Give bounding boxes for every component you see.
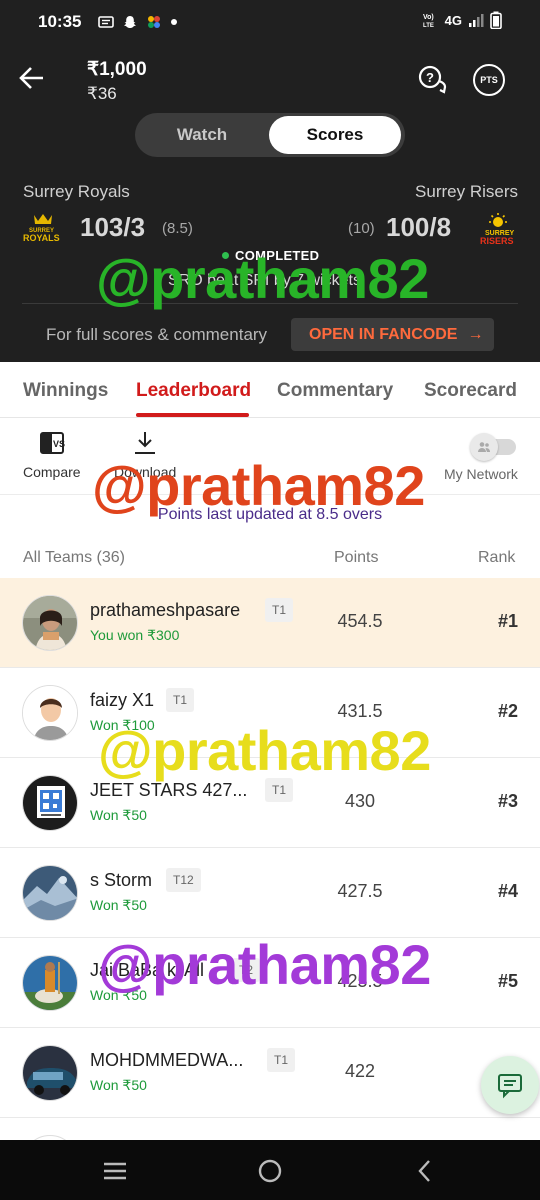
team-badge: T1 [267, 1048, 296, 1072]
watermark: @pratham82 [98, 719, 431, 782]
open-fancode-button[interactable]: OPEN IN FANCODE → [291, 318, 494, 351]
home-icon[interactable] [255, 1156, 285, 1186]
tab-winnings[interactable]: Winnings [23, 380, 108, 402]
tab-scorecard[interactable]: Scorecard [424, 380, 517, 402]
chat-icon [498, 1074, 522, 1099]
user-points: 430 [344, 791, 376, 811]
avatar [22, 1045, 78, 1101]
surrey-risers-logo: SURREY RISERS [480, 213, 515, 246]
winnings-text: Won ₹50 [90, 807, 147, 823]
winnings-text: Won ₹50 [90, 1077, 147, 1093]
people-icon [478, 442, 490, 452]
status-bar: 10:35 Vo) LTE 4G [0, 0, 540, 46]
user-name: MOHDMMEDWA... [90, 1050, 244, 1070]
points-column-header: Points [334, 549, 379, 566]
entry-fee: ₹36 [87, 84, 117, 103]
user-name: faizy X1 [90, 690, 155, 710]
avatar [22, 685, 78, 741]
user-name: prathameshpasare [90, 600, 241, 620]
battery-icon [490, 11, 502, 29]
team-badge: T12 [166, 868, 201, 892]
compare-button[interactable]: VS Compare [23, 430, 81, 480]
my-network-toggle[interactable] [470, 433, 518, 461]
points-system-button[interactable]: PTS [473, 64, 505, 96]
user-points: 427.5 [337, 881, 383, 901]
overs-left: (8.5) [162, 220, 193, 237]
compare-label: Compare [23, 464, 81, 480]
open-fancode-label: OPEN IN FANCODE [309, 325, 458, 343]
user-name: s Storm [90, 870, 153, 890]
team-right-name: Surrey Risers [415, 182, 518, 201]
svg-text:LTE: LTE [423, 23, 434, 29]
back-arrow-icon[interactable] [16, 62, 48, 94]
user-rank: #5 [497, 971, 518, 991]
status-time: 10:35 [38, 12, 82, 31]
svg-text:Vo): Vo) [423, 14, 434, 21]
winnings-text: Won ₹50 [90, 897, 147, 913]
dot-icon [171, 19, 177, 25]
user-name: JEET STARS 427... [90, 780, 248, 800]
watermark: @pratham82 [96, 247, 429, 310]
active-tab-indicator [136, 413, 249, 417]
user-rank: #2 [497, 701, 518, 721]
user-rank: #1 [497, 611, 518, 631]
team-left-name: Surrey Royals [23, 182, 130, 201]
snapchat-icon [124, 16, 136, 28]
volte-icon: Vo) LTE [423, 14, 434, 29]
leaderboard-row[interactable]: MOHDMMEDWA... T1 Won ₹50 422 [0, 1028, 540, 1118]
leaderboard-header: All Teams (36) Points Rank [0, 545, 540, 575]
contest-tabs: Winnings Leaderboard Commentary Scorecar… [0, 362, 540, 418]
prize-amount: ₹1,000 [87, 59, 147, 80]
tab-leaderboard[interactable]: Leaderboard [136, 380, 251, 402]
winnings-text: You won ₹300 [90, 627, 180, 643]
compare-icon: VS [39, 432, 65, 454]
avatar [22, 595, 78, 651]
scores-tab[interactable]: Scores [269, 116, 401, 154]
svg-text:?: ? [426, 70, 434, 85]
leaderboard-row[interactable]: prathameshpasare T1 You won ₹300 454.5 #… [0, 578, 540, 668]
system-nav-bar [0, 1140, 540, 1200]
watermark: @pratham82 [92, 454, 425, 517]
message-icon [98, 16, 114, 28]
logo-left-line2: ROYALS [23, 233, 60, 243]
tab-commentary[interactable]: Commentary [277, 380, 393, 402]
svg-text:VS: VS [53, 439, 65, 449]
surrey-royals-logo: SURREY ROYALS [23, 214, 60, 243]
arrow-right-icon: → [467, 325, 484, 343]
my-network-label: My Network [444, 466, 518, 482]
avatar [22, 955, 78, 1011]
recent-apps-icon[interactable] [100, 1156, 130, 1186]
overs-right: (10) [348, 220, 375, 237]
watch-scores-toggle: Watch Scores [135, 113, 405, 157]
score-right: 100/8 [386, 212, 452, 242]
user-points: 454.5 [337, 611, 383, 631]
team-badge: T1 [265, 598, 294, 622]
full-scores-text: For full scores & commentary [46, 325, 268, 344]
help-chat-icon[interactable]: ? [417, 64, 449, 96]
signal-icon [469, 14, 484, 27]
chat-button[interactable] [481, 1056, 539, 1114]
app-root: 10:35 Vo) LTE 4G ₹1,000 ₹36 ? PTS Watch S… [0, 0, 540, 1200]
score-left: 103/3 [80, 212, 146, 242]
avatar [22, 865, 78, 921]
leaderboard-row[interactable]: s Storm T12 Won ₹50 427.5 #4 [0, 848, 540, 938]
watch-tab[interactable]: Watch [135, 113, 269, 157]
pinwheel-icon [148, 16, 160, 28]
user-rank: #3 [497, 791, 518, 811]
all-teams-count: All Teams (36) [23, 549, 125, 566]
avatar [22, 775, 78, 831]
user-points: 422 [344, 1061, 376, 1081]
rank-column-header: Rank [478, 549, 516, 566]
user-rank: #4 [497, 881, 518, 901]
watermark: @pratham82 [98, 933, 431, 996]
back-nav-icon[interactable] [410, 1156, 440, 1186]
network-type: 4G [444, 12, 462, 28]
leaderboard-list: prathameshpasare T1 You won ₹300 454.5 #… [0, 578, 540, 1200]
logo-right-line2: RISERS [480, 236, 514, 246]
team-badge: T1 [166, 688, 195, 712]
